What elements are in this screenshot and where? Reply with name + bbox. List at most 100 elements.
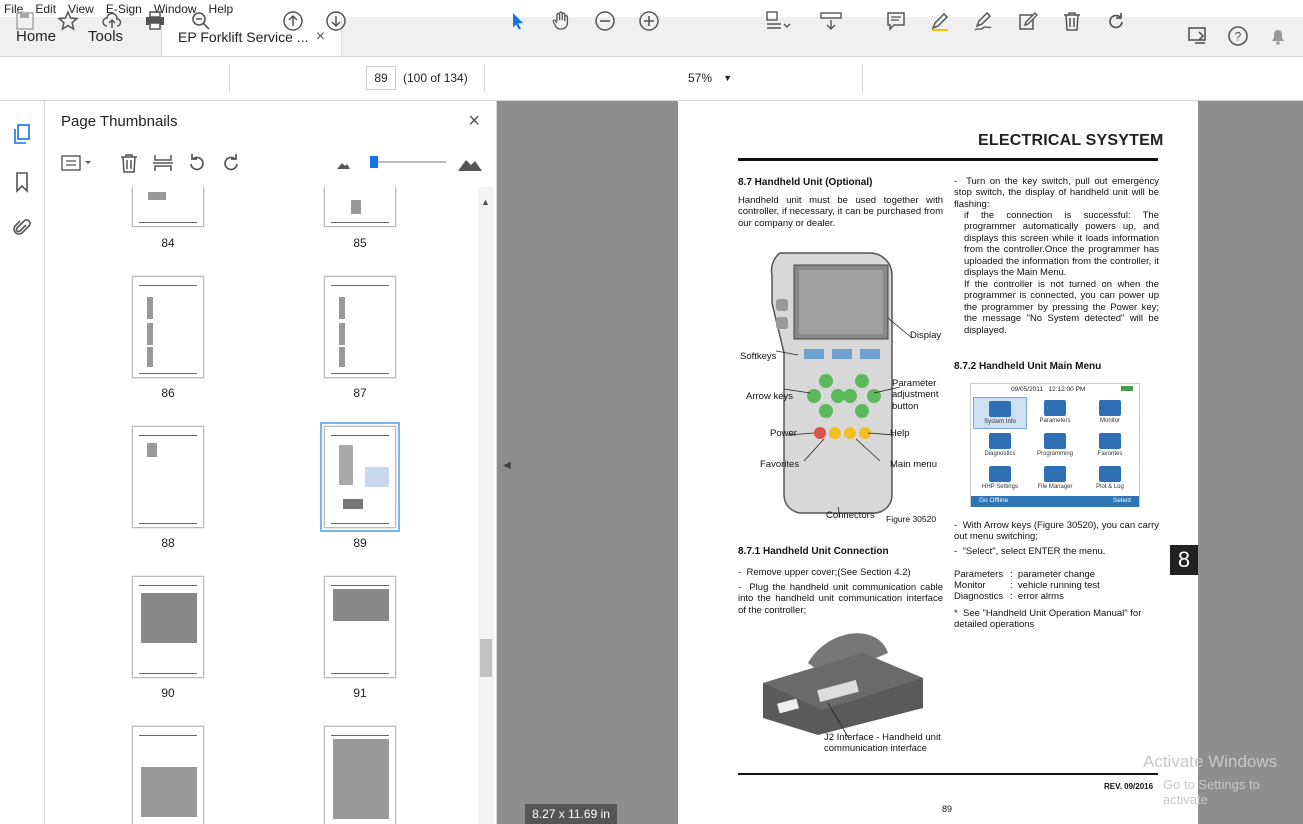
scroll-mode-icon[interactable]	[817, 8, 845, 34]
def-colon: :	[1010, 591, 1013, 602]
def-term: Diagnostics	[954, 591, 1004, 602]
zoom-select[interactable]: 57% ▼	[679, 66, 741, 90]
after-item-2: - "Select", select ENTER the menu.	[954, 546, 1106, 557]
thumbnail-page[interactable]	[132, 576, 204, 678]
thumbnail-page-selected[interactable]	[320, 422, 400, 532]
hand-tool-icon[interactable]	[548, 8, 574, 34]
right-intro: - Turn on the key switch, pull out emerg…	[954, 176, 1159, 210]
page-thumbnails-icon[interactable]	[11, 123, 33, 145]
connection-step-1: - Remove upper cover;(See Section 4.2)	[738, 567, 911, 578]
svg-text:?: ?	[1235, 30, 1242, 44]
next-page-icon[interactable]	[323, 8, 349, 34]
def-row: Monitor: vehicle running test	[954, 580, 1100, 591]
label-main-menu: Main menu	[890, 459, 937, 470]
screen-menu-icon-graphic	[1099, 433, 1121, 449]
previous-page-icon[interactable]	[280, 8, 306, 34]
after-item-1-text: With Arrow keys (Figure 30520), you can …	[954, 520, 1159, 543]
label-help: Help	[890, 428, 910, 439]
thumbnail-page[interactable]	[324, 276, 396, 378]
delete-page-icon[interactable]	[117, 151, 141, 175]
scroll-up-icon[interactable]: ▲	[481, 197, 490, 207]
screen-date: 09/05/2011	[1011, 386, 1044, 393]
thumbnail-page[interactable]	[132, 187, 204, 227]
bell-icon[interactable]	[1267, 25, 1289, 47]
left-rail	[0, 101, 45, 824]
sign-icon[interactable]	[971, 8, 997, 34]
after-item-1: - With Arrow keys (Figure 30520), you ca…	[954, 520, 1159, 543]
header-rule	[738, 158, 1158, 161]
thumbnail-page[interactable]	[324, 576, 396, 678]
thumbnail-page[interactable]	[132, 426, 204, 528]
small-thumbnail-icon[interactable]	[335, 155, 351, 171]
connection-step-2-text: Plug the handheld unit communication cab…	[738, 582, 943, 616]
connection-step-2: - Plug the handheld unit communication c…	[738, 582, 943, 616]
screen-menu-icon-graphic	[989, 466, 1011, 482]
thumbnail-page[interactable]	[324, 726, 396, 824]
collapse-panel-icon[interactable]: ◀	[503, 460, 511, 471]
def-desc: parameter change	[1017, 569, 1096, 580]
page-footer-number: 89	[942, 804, 953, 814]
thumbnail-page[interactable]	[132, 276, 204, 378]
attachments-icon[interactable]	[11, 217, 33, 239]
label-power: Power	[770, 428, 797, 439]
save-icon[interactable]	[12, 8, 38, 34]
def-row: Parameters: parameter change	[954, 569, 1095, 580]
page-count: (100 of 134)	[403, 71, 468, 85]
zoom-in-icon[interactable]	[636, 8, 662, 34]
scrollbar-thumb[interactable]	[480, 639, 492, 677]
screen-menu-icon-graphic	[989, 401, 1011, 417]
menu-edit[interactable]: Edit	[35, 2, 56, 16]
thumbnail-list: 84 85 86 87 88 89 90 91	[60, 187, 480, 824]
label-favorites: Favorites	[760, 459, 800, 470]
section-title-872: 8.7.2 Handheld Unit Main Menu	[954, 361, 1102, 372]
large-thumbnail-icon[interactable]	[457, 151, 483, 173]
edit-text-icon[interactable]	[1015, 8, 1041, 34]
note: * See "Handheld Unit Operation Manual" f…	[954, 608, 1142, 631]
share-screen-icon[interactable]	[1187, 25, 1209, 47]
thumbnail-label: 91	[353, 686, 367, 700]
screen-time: 12:12:00 PM	[1048, 386, 1086, 393]
toolbar	[0, 57, 1303, 101]
comment-icon[interactable]	[883, 8, 909, 34]
note-text: See "Handheld Unit Operation Manual" for…	[954, 608, 1142, 631]
chapter-badge: 8	[1170, 545, 1198, 575]
rotate-left-icon[interactable]	[185, 151, 209, 175]
thumbnail-page[interactable]	[132, 726, 204, 824]
highlight-pen-icon[interactable]	[927, 8, 953, 34]
thumbnail-label: 89	[353, 536, 367, 550]
footer-rule	[738, 773, 1158, 775]
extract-page-icon[interactable]	[151, 151, 175, 175]
bookmarks-icon[interactable]	[11, 171, 33, 193]
thumbnail-label: 87	[353, 386, 367, 400]
label-softkeys: Softkeys	[740, 351, 777, 362]
panel-close-icon[interactable]: ×	[468, 110, 480, 133]
select-cursor-icon[interactable]	[505, 8, 531, 34]
delete-icon[interactable]	[1059, 8, 1085, 34]
rotate-icon[interactable]	[1103, 8, 1129, 34]
def-row: Diagnostics: error alrms	[954, 591, 1064, 602]
upload-cloud-icon[interactable]	[99, 8, 125, 34]
slider-knob[interactable]	[370, 156, 378, 168]
zoom-search-icon[interactable]	[188, 8, 214, 34]
thumbnail-scrollbar[interactable]: ▲	[478, 187, 494, 824]
help-icon[interactable]: ?	[1227, 25, 1249, 47]
screen-datetime: 09/05/2011 12:12:00 PM	[971, 384, 1139, 395]
chevron-down-icon: ▼	[723, 73, 732, 83]
section-title-871: 8.7.1 Handheld Unit Connection	[738, 546, 889, 557]
soft-left: Go Offline	[979, 497, 1009, 504]
bookmark-star-icon[interactable]	[55, 8, 81, 34]
rotate-right-icon[interactable]	[219, 151, 243, 175]
thumbnail-page[interactable]	[324, 187, 396, 227]
thumbnail-size-slider[interactable]	[370, 156, 446, 168]
print-icon[interactable]	[142, 8, 168, 34]
screen-menu-icon-graphic	[1044, 466, 1066, 482]
screen-menu-icon-label: System Info	[984, 419, 1016, 425]
options-menu-icon[interactable]	[59, 151, 95, 175]
page-fit-icon[interactable]	[762, 8, 796, 34]
zoom-value: 57%	[688, 71, 713, 85]
label-parameter: Parameter adjustment button	[892, 378, 939, 412]
page-number-input[interactable]: 89	[366, 66, 396, 90]
screen-menu-icon-label: File Manager	[1037, 484, 1073, 490]
screen-menu-icon-label: Diagnostics	[984, 451, 1016, 457]
zoom-out-icon[interactable]	[592, 8, 618, 34]
